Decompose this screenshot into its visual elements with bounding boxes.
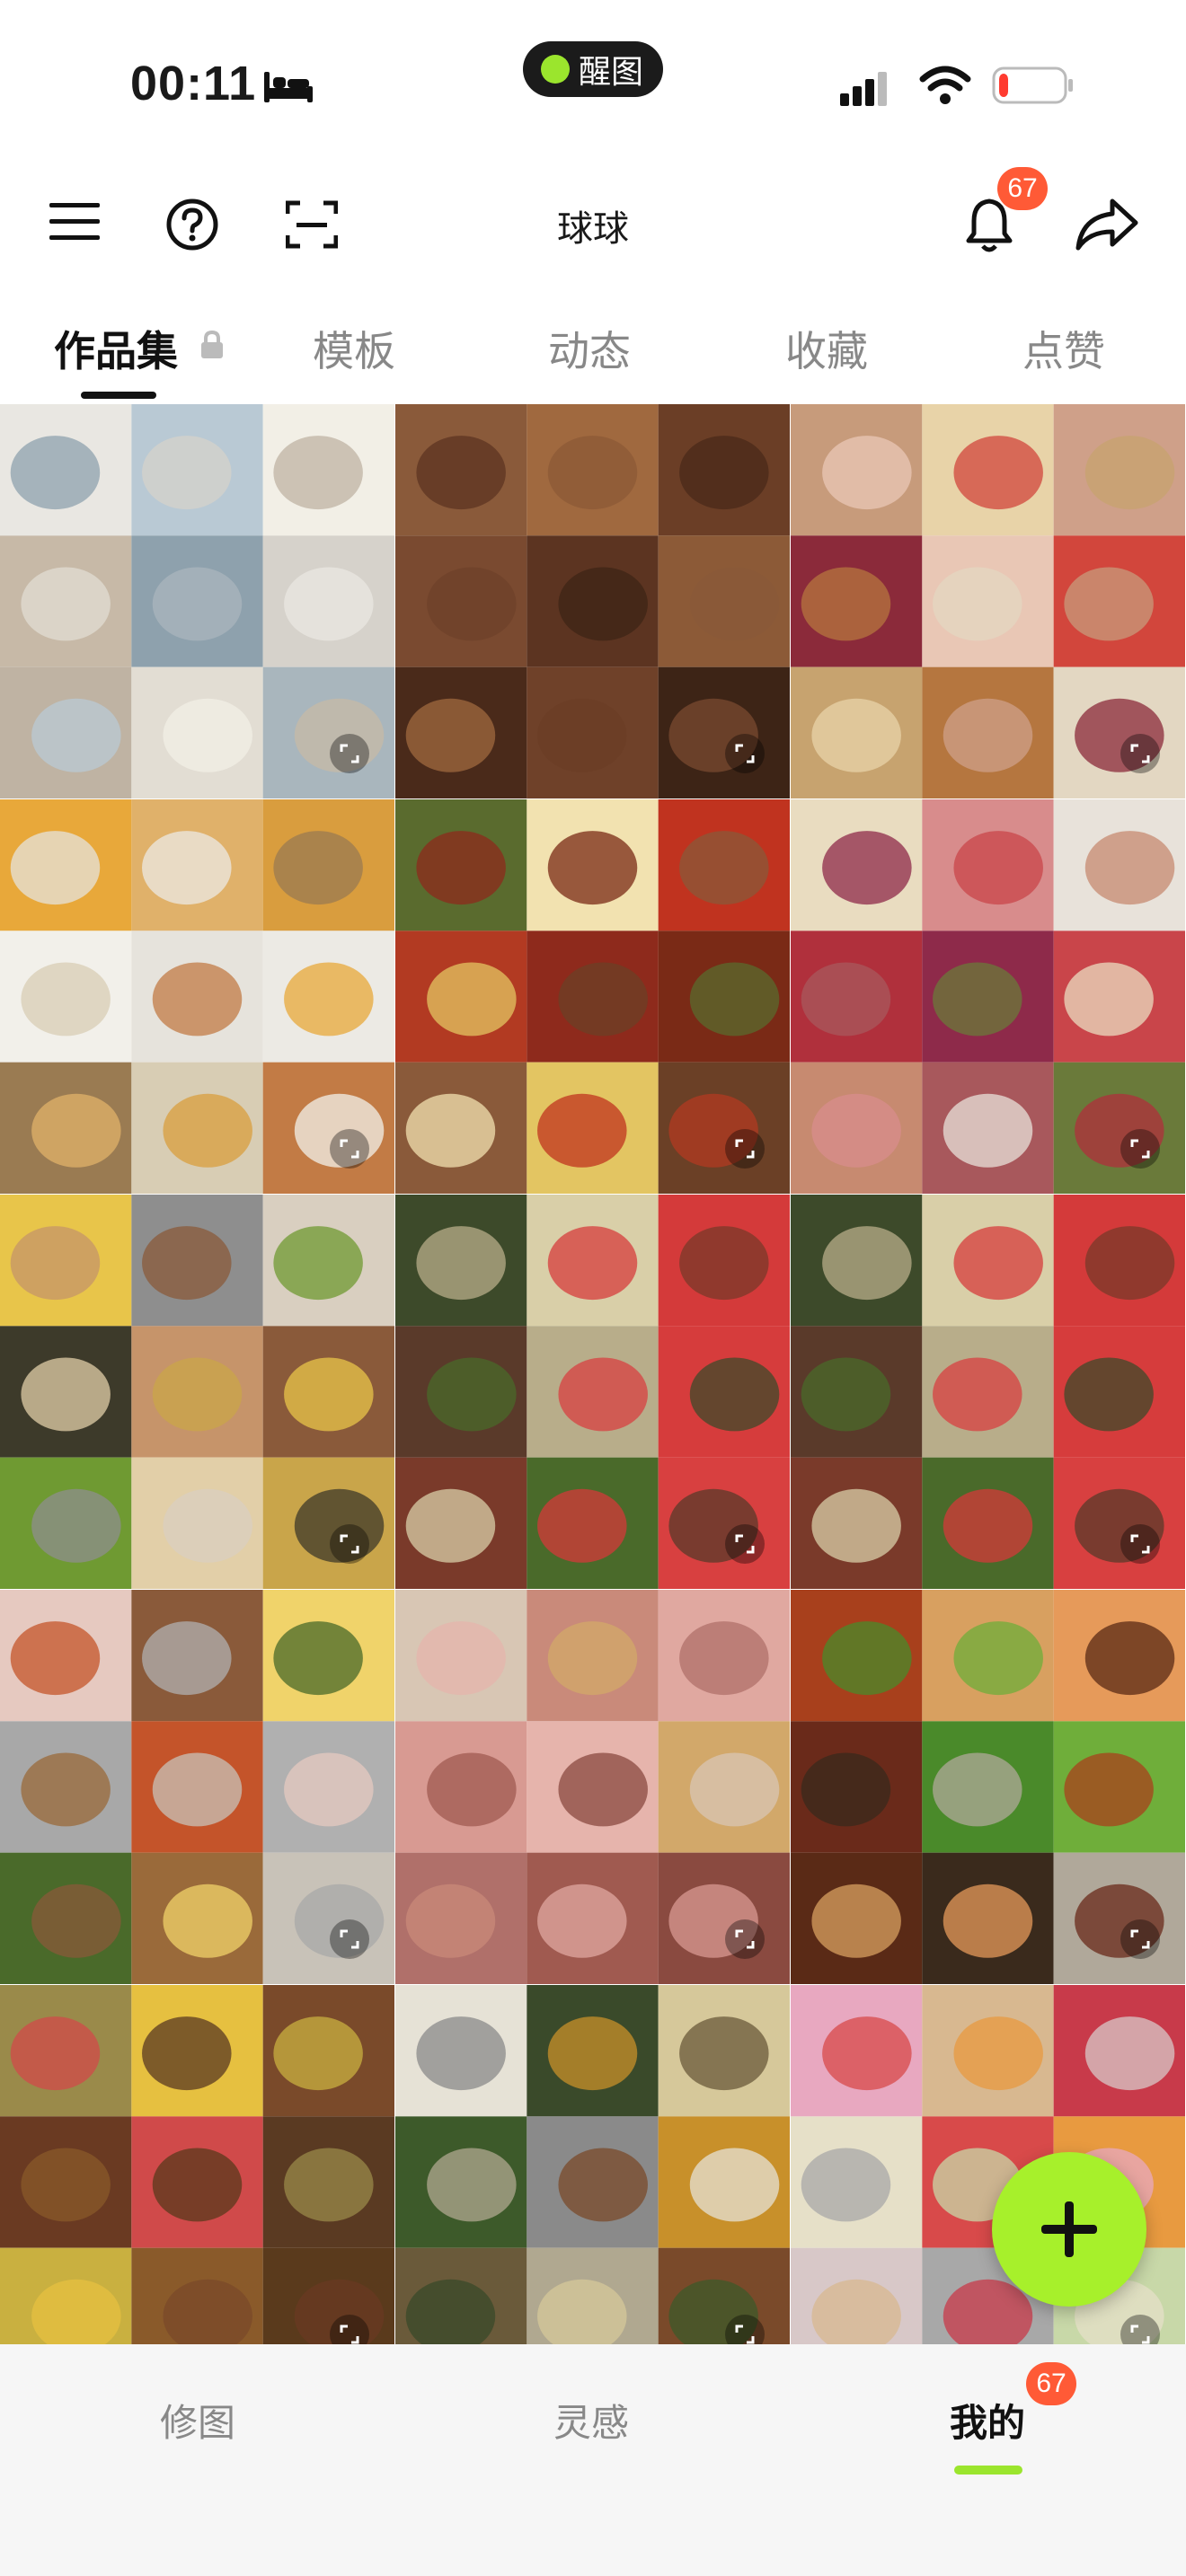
page-title: 球球 [557,208,629,250]
nav-inspiration[interactable]: 灵感 [553,2393,629,2448]
tab-portfolio[interactable]: 作品集 [54,319,178,378]
tab-templates[interactable]: 模板 [313,319,395,378]
tab-feed[interactable]: 动态 [548,319,631,378]
bottom-nav: 修图 灵感 我的 67 [0,2344,1186,2576]
portfolio-item[interactable] [0,404,395,799]
pill-label: 醒图 [579,54,644,91]
expand-icon[interactable] [725,1524,765,1564]
nav-me[interactable]: 我的 [950,2393,1025,2448]
expand-icon[interactable] [330,1524,369,1564]
lock-icon [201,330,223,358]
expand-icon[interactable] [1120,1129,1160,1169]
plus-icon [1041,2201,1097,2257]
portfolio-grid [0,404,1186,2380]
status-bar: 00:11 醒图 [0,0,1186,153]
cellular-signal-icon [840,72,887,106]
portfolio-item[interactable] [0,799,395,1195]
create-button[interactable] [992,2152,1146,2307]
portfolio-item[interactable] [791,799,1186,1195]
active-tab-indicator [81,392,156,399]
portfolio-item[interactable] [791,404,1186,799]
portfolio-item[interactable] [395,1985,791,2380]
bed-icon [264,72,313,102]
expand-icon[interactable] [1120,1524,1160,1564]
expand-icon[interactable] [1120,1919,1160,1959]
tab-likes[interactable]: 点赞 [1022,319,1105,378]
app-status-pill[interactable]: 醒图 [523,41,663,97]
tab-favorites[interactable]: 收藏 [785,319,868,378]
portfolio-item[interactable] [395,404,791,799]
expand-icon[interactable] [330,734,369,773]
portfolio-item[interactable] [395,799,791,1195]
portfolio-item[interactable] [395,1590,791,1985]
nav-retouch[interactable]: 修图 [160,2393,235,2448]
expand-icon[interactable] [725,1129,765,1169]
portfolio-item[interactable] [0,1590,395,1985]
profile-tabs: 作品集 模板 动态 收藏 点赞 [0,305,1186,404]
status-time: 00:11 [130,57,257,110]
portfolio-item[interactable] [395,1195,791,1590]
battery-icon [992,66,1073,104]
wifi-icon [919,66,971,104]
expand-icon[interactable] [330,1919,369,1959]
active-nav-indicator [954,2466,1022,2475]
portfolio-item[interactable] [791,1590,1186,1985]
tab-label: 作品集 [54,327,178,375]
expand-icon[interactable] [330,1129,369,1169]
portfolio-item[interactable] [0,1985,395,2380]
nav-me-badge: 67 [1026,2362,1076,2405]
portfolio-item[interactable] [791,1195,1186,1590]
expand-icon[interactable] [725,734,765,773]
expand-icon[interactable] [725,1919,765,1959]
recording-dot-icon [541,55,570,84]
portfolio-item[interactable] [0,1195,395,1590]
expand-icon[interactable] [1120,734,1160,773]
